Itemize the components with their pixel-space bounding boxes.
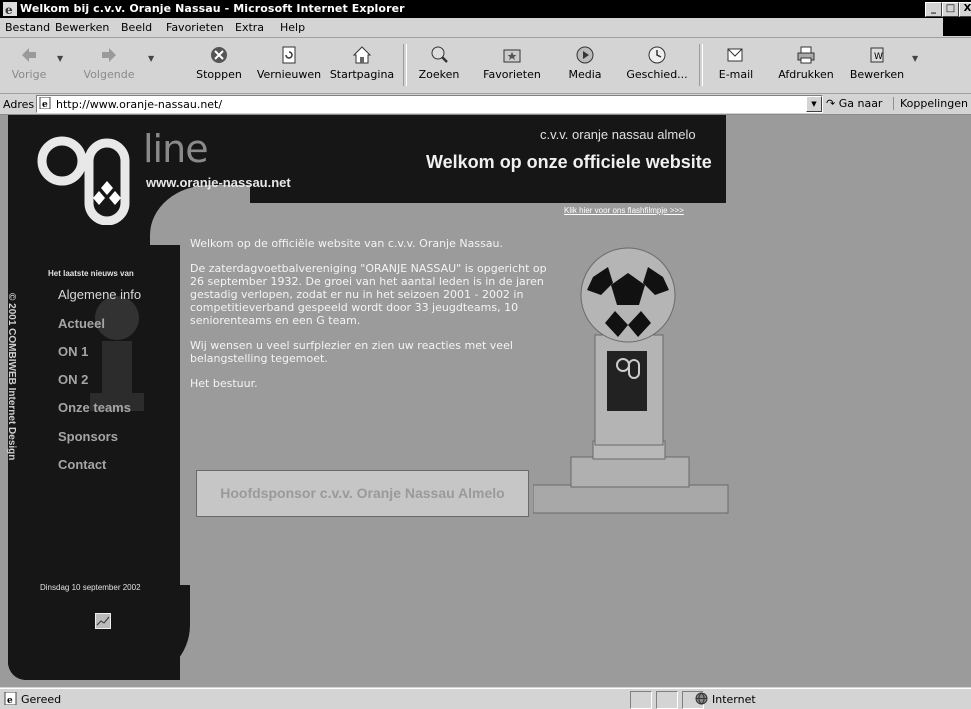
address-label: Adres xyxy=(3,98,35,111)
menu-bestand[interactable]: Bestand xyxy=(5,21,50,34)
edit-icon: W xyxy=(870,47,884,63)
copyright-text: © 2001 COMBIWEB Internet Design xyxy=(6,293,17,461)
nav-onze-teams[interactable]: Onze teams xyxy=(58,400,131,415)
date-text: Dinsdag 10 september 2002 xyxy=(40,583,141,592)
security-zone: Internet xyxy=(695,692,756,706)
title-bar: e Welkom bij c.v.v. Oranje Nassau - Micr… xyxy=(0,0,971,18)
status-text: Gereed xyxy=(21,693,62,706)
club-name: c.v.v. oranje nassau almelo xyxy=(540,127,696,142)
address-url: http://www.oranje-nassau.net/ xyxy=(56,98,223,111)
page-viewport: line www.oranje-nassau.net c.v.v. oranje… xyxy=(0,115,971,687)
window-title: Welkom bij c.v.v. Oranje Nassau - Micros… xyxy=(20,2,405,15)
svg-text:W: W xyxy=(874,52,883,62)
nav-on2[interactable]: ON 2 xyxy=(58,372,88,387)
favorites-icon xyxy=(503,49,521,63)
chart-icon[interactable] xyxy=(95,613,111,629)
sidebar-trophy-watermark xyxy=(90,296,144,411)
stop-button[interactable]: Stoppen xyxy=(194,40,244,90)
address-input[interactable]: e http://www.oranje-nassau.net/ ▼ xyxy=(36,95,823,113)
signature-paragraph: Het bestuur. xyxy=(190,377,258,390)
back-arrow-icon xyxy=(22,48,36,62)
ie-icon: e xyxy=(3,2,17,16)
toolbar-separator xyxy=(699,44,703,86)
welcome-title: Welkom op onze officiele website xyxy=(426,152,712,172)
status-panel xyxy=(656,691,678,709)
menu-bar: Bestand Bewerken Beeld Favorieten Extra … xyxy=(0,18,971,38)
svg-text:e: e xyxy=(5,3,13,16)
nav-actueel[interactable]: Actueel xyxy=(58,316,105,331)
page-icon: e xyxy=(39,97,51,109)
stop-icon xyxy=(211,47,227,63)
links-button[interactable]: Koppelingen xyxy=(893,97,968,110)
address-dropdown-icon[interactable]: ▼ xyxy=(806,96,822,112)
edit-dropdown-icon[interactable]: ▼ xyxy=(912,54,918,63)
go-label: Ga naar xyxy=(838,97,883,110)
refresh-icon xyxy=(282,46,296,64)
printer-icon xyxy=(797,46,815,64)
browser-window: e Welkom bij c.v.v. Oranje Nassau - Micr… xyxy=(0,0,971,709)
search-icon xyxy=(431,46,448,63)
home-icon xyxy=(352,46,372,64)
search-button[interactable]: Zoeken xyxy=(414,40,464,90)
toolbar: Vorige ▼ Volgende ▼ Stoppen Vernieuwen S… xyxy=(0,38,971,94)
back-dropdown-icon[interactable]: ▼ xyxy=(57,54,63,63)
nav-sponsors[interactable]: Sponsors xyxy=(58,429,118,444)
close-button[interactable]: X xyxy=(959,2,971,17)
maximize-button[interactable]: □ xyxy=(942,2,959,17)
menu-bewerken[interactable]: Bewerken xyxy=(55,21,109,34)
menu-beeld[interactable]: Beeld xyxy=(121,21,152,34)
sponsor-text: Hoofdsponsor c.v.v. Oranje Nassau Almelo xyxy=(220,485,505,501)
status-bar: e Gereed Internet xyxy=(0,688,971,709)
intro-paragraph: Welkom op de officiële website van c.v.v… xyxy=(190,237,504,250)
club-logo xyxy=(37,136,130,225)
globe-icon xyxy=(695,692,708,705)
mail-button[interactable]: E-mail xyxy=(713,40,759,90)
sidebar-foot xyxy=(8,585,190,680)
mail-icon xyxy=(727,48,743,62)
go-button[interactable]: ↷ Ga naar xyxy=(826,97,882,110)
history-icon xyxy=(648,46,666,64)
page-status-icon: e xyxy=(4,692,17,705)
print-button[interactable]: Afdrukken xyxy=(774,40,838,90)
refresh-button[interactable]: Vernieuwen xyxy=(256,40,322,90)
logo-text: line xyxy=(143,127,209,171)
windows-logo-icon xyxy=(943,18,971,36)
history-button[interactable]: Geschied... xyxy=(623,40,691,90)
favorites-button[interactable]: Favorieten xyxy=(479,40,545,90)
address-bar: Adres e http://www.oranje-nassau.net/ ▼ … xyxy=(0,94,971,115)
news-label: Het laatste nieuws van xyxy=(48,269,134,278)
zone-label: Internet xyxy=(712,693,756,706)
media-button[interactable]: Media xyxy=(561,40,609,90)
svg-text:e: e xyxy=(42,100,48,109)
toolbar-separator xyxy=(403,44,407,86)
nav-contact[interactable]: Contact xyxy=(58,457,106,472)
menu-extra[interactable]: Extra xyxy=(235,21,264,34)
trophy-illustration xyxy=(533,247,729,514)
home-button[interactable]: Startpagina xyxy=(328,40,396,90)
nav-algemene-info[interactable]: Algemene info xyxy=(58,287,141,302)
back-button[interactable]: Vorige ▼ xyxy=(3,40,63,90)
flash-link[interactable]: Klik hier voor ons flashfilmpje >>> xyxy=(564,206,684,215)
copyright-vertical: © 2001 COMBIWEB Internet Design xyxy=(3,293,19,493)
site-url: www.oranje-nassau.net xyxy=(146,175,291,190)
go-arrow-icon: ↷ xyxy=(826,97,836,110)
forward-button[interactable]: Volgende ▼ xyxy=(78,40,154,90)
menu-favorieten[interactable]: Favorieten xyxy=(166,21,224,34)
status-panel xyxy=(630,691,652,709)
forward-dropdown-icon[interactable]: ▼ xyxy=(148,54,154,63)
main-content: Welkom op de officiële website van c.v.v… xyxy=(190,237,550,402)
menu-help[interactable]: Help xyxy=(280,21,305,34)
media-icon xyxy=(576,46,594,64)
sponsor-banner[interactable]: Hoofdsponsor c.v.v. Oranje Nassau Almelo xyxy=(196,470,529,517)
nav-on1[interactable]: ON 1 xyxy=(58,344,88,359)
svg-text:e: e xyxy=(7,696,13,705)
wishes-paragraph: Wij wensen u veel surfplezier en zien uw… xyxy=(190,339,513,365)
minimize-button[interactable]: _ xyxy=(925,2,942,17)
history-paragraph: De zaterdagvoetbalvereniging "ORANJE NAS… xyxy=(190,262,547,327)
forward-arrow-icon xyxy=(102,48,116,62)
edit-button[interactable]: W Bewerken ▼ xyxy=(848,40,918,90)
